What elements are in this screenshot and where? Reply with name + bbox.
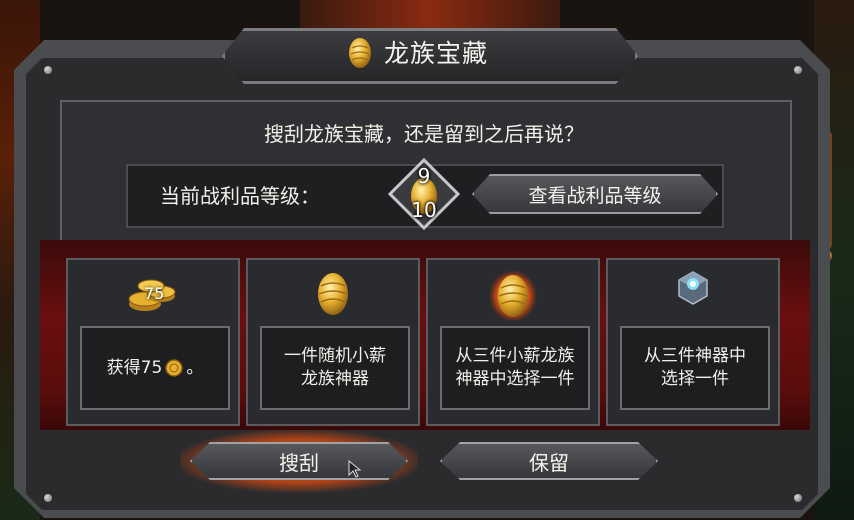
background-top <box>300 0 560 30</box>
reward-text-line1: 一件随机小薪 <box>284 346 386 366</box>
reward-description: 从三件小薪龙族 神器中选择一件 <box>440 326 590 410</box>
coin-icon <box>165 359 184 377</box>
reward-card-artifact[interactable]: 一件随机小薪 龙族神器 <box>246 258 420 426</box>
reward-description: 一件随机小薪 龙族神器 <box>260 326 410 410</box>
reward-card-choose-artifact[interactable]: 从三件神器中 选择一件 <box>606 258 780 426</box>
view-loot-level-button[interactable]: 查看战利品等级 <box>472 174 718 214</box>
dialog-title: 龙族宝藏 <box>384 39 489 68</box>
reward-text: 获得75 <box>106 357 163 378</box>
glowing-egg-icon <box>489 270 537 322</box>
reward-card-gold[interactable]: 75 获得75 。 <box>66 258 240 426</box>
reward-text-line2: 龙族神器 <box>301 369 369 389</box>
reward-text-line2: 选择一件 <box>661 369 729 389</box>
loot-level-max: 10 <box>411 198 437 222</box>
reward-text-line1: 从三件小薪龙族 <box>455 346 575 366</box>
loot-level-label: 当前战利品等级： <box>160 184 320 208</box>
golden-egg-icon <box>349 38 371 68</box>
rivet <box>794 66 802 74</box>
prompt-text: 搜刮龙族宝藏，还是留到之后再说？ <box>264 122 584 146</box>
rivet <box>44 66 52 74</box>
mouse-cursor-icon <box>348 460 362 478</box>
reward-text-line2: 神器中选择一件 <box>455 369 575 389</box>
loot-level-current: 9 <box>417 164 431 188</box>
reward-description: 获得75 。 <box>80 326 230 410</box>
reward-text-suffix: 。 <box>186 357 204 378</box>
artifact-chest-icon <box>678 271 708 305</box>
golden-egg-icon <box>318 273 348 315</box>
loot-button[interactable]: 搜刮 <box>190 442 408 480</box>
rivet <box>794 494 802 502</box>
rivet <box>44 494 52 502</box>
reward-description: 从三件神器中 选择一件 <box>620 326 770 410</box>
reward-card-choose-dragon-artifact[interactable]: 从三件小薪龙族 神器中选择一件 <box>426 258 600 426</box>
keep-button[interactable]: 保留 <box>440 442 658 480</box>
gold-amount: 75 <box>144 284 165 303</box>
reward-text-line1: 从三件神器中 <box>644 346 746 366</box>
